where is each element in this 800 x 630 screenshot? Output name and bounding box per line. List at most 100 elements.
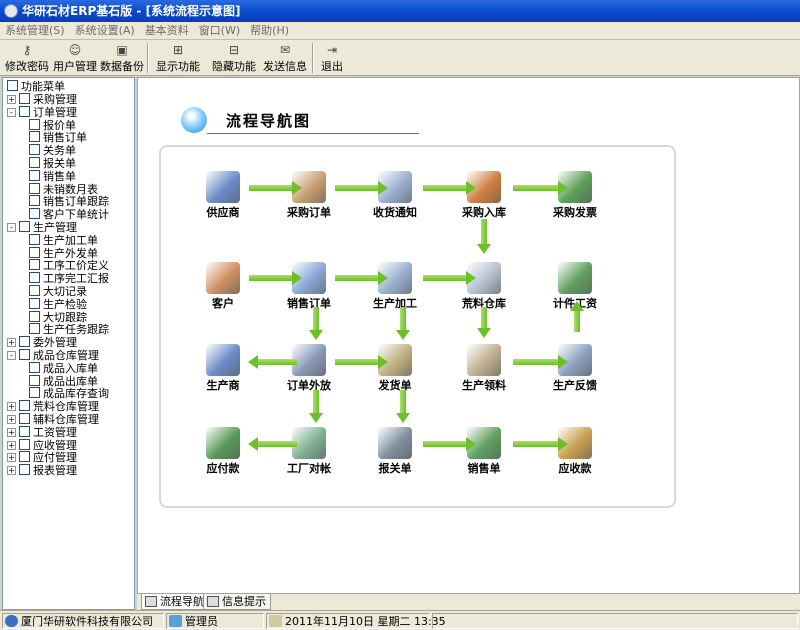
tree-group[interactable]: + 应收管理 bbox=[7, 438, 77, 452]
tree-item[interactable]: 报价单 bbox=[29, 118, 76, 132]
flow-node-label: 应付款 bbox=[206, 462, 240, 475]
tree-label: 客户下单统计 bbox=[43, 208, 109, 222]
tree-item[interactable]: 生产加工单 bbox=[29, 233, 98, 247]
tree-item[interactable]: 销售订单 bbox=[29, 131, 87, 144]
show-tree-button[interactable]: ⊞ 显示功能树 bbox=[151, 41, 205, 89]
document-icon bbox=[29, 157, 40, 168]
collapse-icon[interactable]: - bbox=[7, 107, 16, 117]
tree-item[interactable]: 销售订单跟踪 bbox=[29, 195, 109, 208]
flow-node-production[interactable]: 生产加工 bbox=[365, 262, 425, 311]
tree-item[interactable]: 成品库存查询 bbox=[29, 387, 109, 400]
tree-group[interactable]: - 生产管理 bbox=[7, 221, 77, 234]
collapse-icon[interactable]: - bbox=[7, 223, 16, 232]
flow-arrow-right bbox=[335, 355, 388, 369]
user-management-button[interactable]: ☺ 用户管理 bbox=[52, 41, 98, 75]
expand-icon[interactable]: + bbox=[7, 466, 16, 476]
tree-group[interactable]: + 荒料仓库管理 bbox=[7, 400, 99, 413]
menu-item[interactable]: 系统管理(S) bbox=[0, 22, 70, 40]
expand-icon[interactable]: + bbox=[7, 338, 16, 348]
tree-item[interactable]: 大切跟踪 bbox=[29, 310, 87, 324]
tree-group[interactable]: + 报表管理 bbox=[7, 464, 77, 477]
tree-item[interactable]: 未销数月表 bbox=[29, 182, 98, 196]
expand-icon[interactable]: + bbox=[7, 402, 16, 412]
tree-label: 成品入库单 bbox=[43, 361, 98, 375]
status-spare bbox=[432, 613, 798, 629]
data-backup-button[interactable]: ▣ 数据备份 bbox=[99, 41, 145, 75]
hide-tree-button[interactable]: ⊟ 隐藏功能树 bbox=[207, 41, 261, 89]
flow-node-supplier[interactable]: 供应商 bbox=[193, 171, 253, 220]
menu-item[interactable]: 系统设置(A) bbox=[70, 22, 140, 40]
menu-item[interactable]: 基本资料 bbox=[140, 22, 194, 40]
globe-icon bbox=[5, 615, 18, 627]
app-icon bbox=[4, 4, 18, 18]
flow-node-sales-order[interactable]: 销售订单 bbox=[279, 262, 339, 311]
tree-group[interactable]: + 辅料仓库管理 bbox=[7, 413, 99, 426]
tree-group[interactable]: + 应付管理 bbox=[7, 451, 77, 464]
flow-node-payable[interactable]: 应付款 bbox=[193, 427, 253, 476]
flow-node-delivery-note[interactable]: 发货单 bbox=[365, 344, 425, 393]
tree-item[interactable]: 成品出库单 bbox=[29, 374, 98, 388]
expand-icon[interactable]: + bbox=[7, 453, 16, 463]
flow-node-factory-reconcile[interactable]: 工厂对帐 bbox=[279, 427, 339, 476]
data-backup-label: 数据备份 bbox=[100, 60, 144, 73]
flow-node-label: 工厂对帐 bbox=[287, 462, 331, 475]
flow-arrow-down bbox=[396, 307, 410, 340]
change-password-button[interactable]: ⚷ 修改密码 bbox=[4, 41, 50, 75]
tree-label: 报关单 bbox=[43, 157, 76, 170]
flow-node-purchase-in[interactable]: 采购入库 bbox=[454, 171, 514, 220]
flow-arrow-right bbox=[423, 437, 476, 451]
tree-group[interactable]: + 委外管理 bbox=[7, 336, 77, 349]
tree-group[interactable]: + 工资管理 bbox=[7, 425, 77, 439]
flow-node-customs-form[interactable]: 报关单 bbox=[365, 427, 425, 476]
expand-icon[interactable]: + bbox=[7, 95, 16, 104]
tree-group[interactable]: - 成品仓库管理 bbox=[7, 349, 99, 362]
status-user: 管理员 bbox=[166, 613, 264, 629]
expand-icon[interactable]: + bbox=[7, 427, 16, 437]
toolbar-separator bbox=[147, 43, 149, 73]
tab-flow-navigation[interactable]: 流程导航 bbox=[141, 594, 209, 610]
tree-item[interactable]: 报关单 bbox=[29, 157, 76, 170]
tree-item[interactable]: 工序工价定义 bbox=[29, 259, 109, 272]
flow-node-label: 采购发票 bbox=[553, 206, 597, 219]
menu-item[interactable]: 帮助(H) bbox=[245, 22, 294, 40]
tree-item[interactable]: 工序完工汇报 bbox=[29, 272, 109, 285]
tree-label: 大切跟踪 bbox=[43, 310, 87, 324]
tree-item[interactable]: 销售单 bbox=[29, 169, 76, 183]
flow-node-receivable[interactable]: 应收款 bbox=[545, 427, 605, 476]
flow-node-purchase-invoice[interactable]: 采购发票 bbox=[545, 171, 605, 220]
tree-item[interactable]: 成品入库单 bbox=[29, 361, 98, 375]
flow-node-receipt-notice[interactable]: 收货通知 bbox=[365, 171, 425, 220]
flow-node-purchase-order[interactable]: 采购订单 bbox=[279, 171, 339, 220]
flow-node-customer[interactable]: 客户 bbox=[193, 262, 253, 311]
flow-arrow-right bbox=[335, 181, 388, 195]
flow-node-production-pick[interactable]: 生产领料 bbox=[454, 344, 514, 393]
flow-node-sales-slip[interactable]: 销售单 bbox=[454, 427, 514, 476]
tree-item[interactable]: 大切记录 bbox=[29, 285, 87, 298]
tree-item[interactable]: 关务单 bbox=[29, 144, 76, 157]
flow-node-producer[interactable]: 生产商 bbox=[193, 344, 253, 393]
tree-label: 工序工价定义 bbox=[43, 259, 109, 273]
function-tree[interactable]: 功能菜单 + 采购管理 - 订单管理 报价单 销售订单 关务单 报关单 销售单 未销数月表 销售订单… bbox=[2, 77, 135, 610]
tree-group[interactable]: - 订单管理 bbox=[7, 105, 77, 119]
tree-group[interactable]: + 采购管理 bbox=[7, 93, 77, 106]
flow-node-production-feedback[interactable]: 生产反馈 bbox=[545, 344, 605, 393]
tree-root[interactable]: 功能菜单 bbox=[7, 80, 65, 93]
tab-info-prompt[interactable]: 信息提示 bbox=[203, 594, 271, 610]
expand-icon[interactable]: + bbox=[7, 440, 16, 450]
tree-item[interactable]: 生产任务跟踪 bbox=[29, 323, 109, 336]
menu-item[interactable]: 窗口(W) bbox=[194, 22, 245, 40]
send-message-button[interactable]: ✉ 发送信息 bbox=[262, 41, 308, 75]
exit-button[interactable]: ⇥ 退出 bbox=[318, 41, 346, 75]
tab-strip: 流程导航 信息提示 bbox=[137, 594, 800, 610]
document-icon bbox=[29, 387, 40, 399]
flow-node-order-outsource[interactable]: 订单外放 bbox=[279, 344, 339, 393]
flow-node-raw-warehouse[interactable]: 荒料仓库 bbox=[454, 262, 514, 311]
tree-item[interactable]: 生产外发单 bbox=[29, 246, 98, 260]
tree-item[interactable]: 生产检验 bbox=[29, 297, 87, 311]
expand-icon[interactable]: + bbox=[7, 415, 16, 424]
flow-node-label: 应收款 bbox=[558, 462, 592, 475]
tree-label: 生产加工单 bbox=[43, 233, 98, 247]
tree-item[interactable]: 客户下单统计 bbox=[29, 208, 109, 221]
document-icon bbox=[29, 233, 40, 245]
collapse-icon[interactable]: - bbox=[7, 351, 16, 360]
